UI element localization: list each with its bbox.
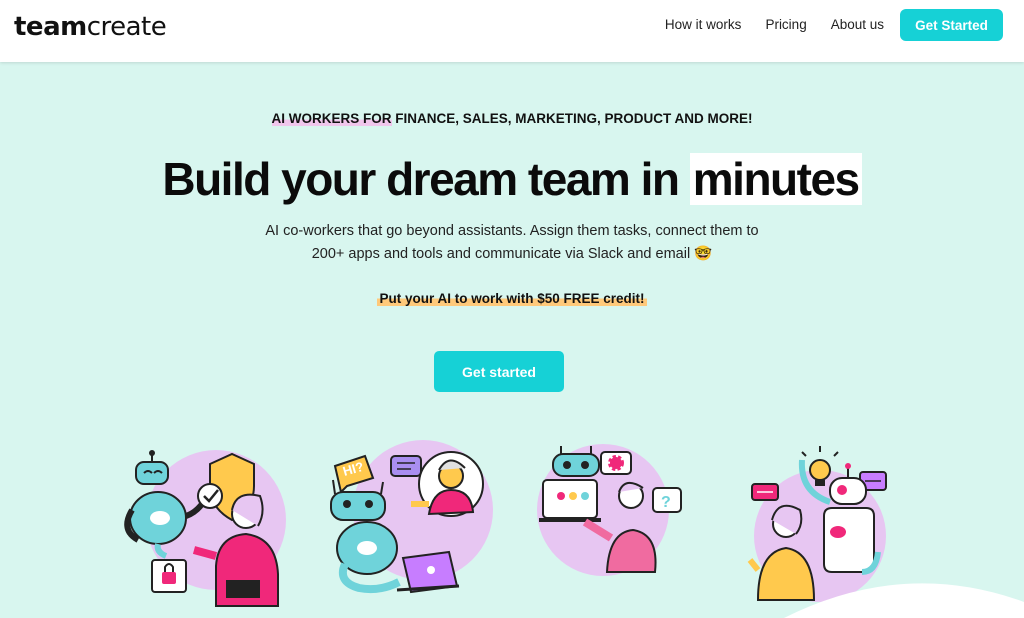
get-started-hero-button[interactable]: Get started	[434, 351, 564, 392]
get-started-nav-button[interactable]: Get Started	[900, 9, 1003, 41]
eyebrow-rest: FINANCE, SALES, MARKETING, PRODUCT AND M…	[391, 111, 753, 126]
logo-create: create	[86, 12, 167, 42]
nav-link-about-us[interactable]: About us	[831, 17, 884, 32]
question-mark-text: ?	[661, 494, 671, 511]
laptop-screen-icon	[539, 479, 601, 522]
decorative-wave	[784, 583, 1024, 618]
logo-team: team	[14, 12, 87, 42]
hero-headline: Build your dream team in minutes	[0, 152, 1024, 206]
chat-robot-illustration: HI?	[330, 440, 493, 594]
nav-link-how-it-works[interactable]: How it works	[665, 17, 742, 32]
eyebrow-highlight: AI WORKERS FOR	[271, 111, 392, 126]
promo-text: Put your AI to work with $50 FREE credit…	[377, 291, 647, 306]
gear-icon	[600, 451, 632, 475]
question-bubble-icon: ?	[652, 487, 682, 513]
security-robot-illustration	[124, 450, 286, 607]
top-navbar: teamcreate How it works Pricing About us…	[0, 0, 1024, 62]
teamcreate-logo[interactable]: teamcreate	[14, 12, 167, 42]
promo-banner: Put your AI to work with $50 FREE credit…	[0, 291, 1024, 306]
lock-icon	[151, 559, 187, 593]
hero-eyebrow: AI WORKERS FOR FINANCE, SALES, MARKETING…	[0, 111, 1024, 126]
laptop-robot-illustration: ?	[537, 444, 682, 576]
laptop-icon	[396, 550, 460, 594]
headline-main: Build your dream team in	[162, 153, 690, 205]
headline-highlight: minutes	[689, 153, 862, 205]
chat-bubble-icon	[390, 455, 422, 477]
nav-link-pricing[interactable]: Pricing	[765, 17, 806, 32]
chat-bubble-left-icon	[751, 483, 779, 501]
nav-links: How it works Pricing About us	[665, 17, 884, 32]
hero-subtitle: AI co-workers that go beyond assistants.…	[265, 223, 759, 262]
